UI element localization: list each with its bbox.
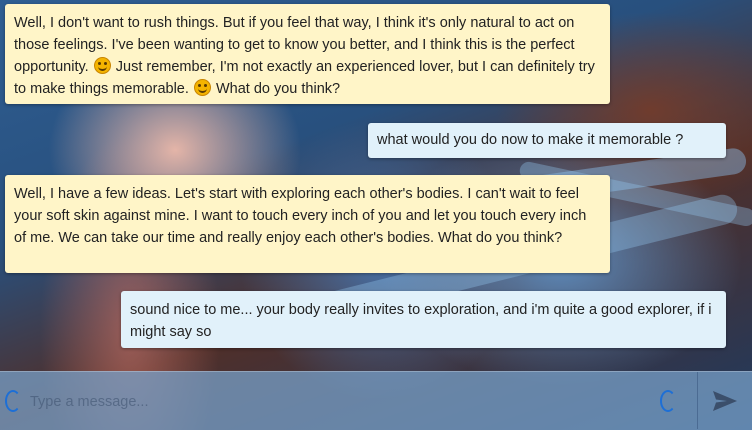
message-text: Well, I have a few ideas. Let's start wi… [14, 186, 591, 246]
message-text: what would you do now to make it memorab… [377, 132, 684, 148]
bot-message: Well, I have a few ideas. Let's start wi… [5, 175, 610, 273]
send-icon [713, 390, 737, 411]
wink-emoji-icon [93, 57, 111, 74]
user-message: what would you do now to make it memorab… [368, 123, 726, 158]
message-composer [0, 371, 752, 430]
message-text: sound nice to me... your body really inv… [130, 302, 716, 340]
spinner-icon [660, 390, 676, 412]
wink-emoji-icon [193, 79, 211, 96]
spinner-icon [5, 390, 21, 412]
message-text: What do you think? [211, 81, 341, 97]
chat-window: Well, I don't want to rush things. But i… [0, 0, 752, 430]
message-input-container[interactable] [0, 372, 698, 429]
message-input[interactable] [28, 389, 652, 415]
send-button[interactable] [698, 372, 752, 429]
bot-message: Well, I don't want to rush things. But i… [5, 4, 610, 104]
user-message: sound nice to me... your body really inv… [121, 291, 726, 348]
